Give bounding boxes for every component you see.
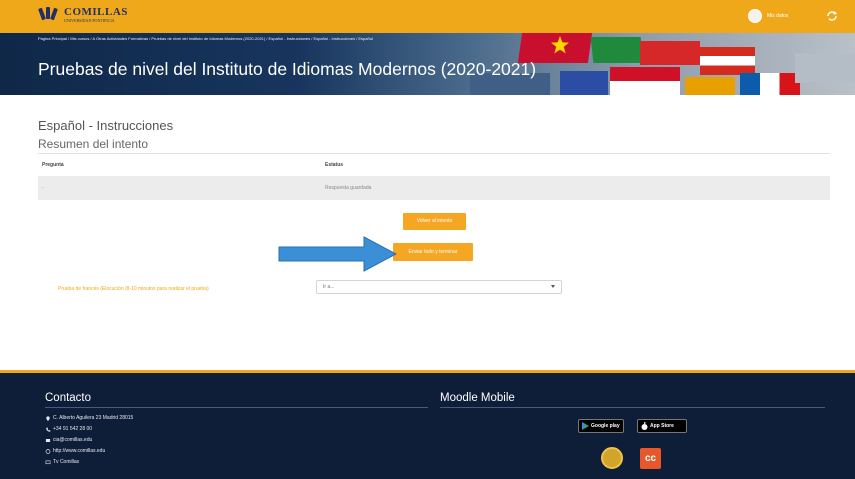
table-cell-question[interactable]: - (38, 175, 325, 200)
blue-arrow-annotation (278, 236, 398, 272)
contact-website[interactable]: http://www.comillas.edu (45, 446, 133, 457)
avatar (748, 9, 762, 23)
table-header-row: Pregunta Estatus (38, 153, 830, 176)
back-to-attempt-button[interactable]: Volver al intento (403, 213, 466, 230)
flag-decoration (685, 77, 735, 95)
footer: Contacto Moodle Mobile C. Alberto Aguile… (0, 370, 855, 479)
flag-decoration (740, 73, 800, 95)
contact-phone[interactable]: +34 91 542 28 00 (45, 424, 133, 435)
seal-badge-icon[interactable] (601, 447, 623, 469)
contact-heading: Contacto (45, 392, 92, 404)
google-play-button[interactable]: Google play (578, 419, 624, 433)
app-store-button[interactable]: App Store (637, 419, 687, 433)
page-title: Pruebas de nivel del Instituto de Idioma… (38, 59, 537, 79)
tv-icon (45, 460, 51, 465)
divider (440, 407, 825, 408)
section-title: Español - Instrucciones (38, 118, 174, 133)
creative-commons-icon[interactable]: cc (640, 448, 661, 469)
flag-decoration (590, 37, 644, 63)
select-value: Ir a... (323, 284, 335, 290)
submit-all-button[interactable]: Enviar todo y terminar (393, 243, 473, 261)
contact-address: C. Alberto Aguilera 23 Madrid 28015 (45, 413, 133, 424)
logo-text: COMILLAS (64, 6, 128, 18)
university-crest-icon (38, 6, 60, 24)
top-navbar: COMILLAS UNIVERSIDAD PONTIFICIA Mis dato… (0, 0, 855, 33)
attempt-summary-table: Pregunta Estatus - Respuesta guardada (38, 153, 830, 200)
google-play-icon (582, 422, 589, 430)
moodle-mobile-heading: Moodle Mobile (440, 392, 515, 404)
quiz-navigation-label: Prueba de francés (Elocución (8-10 minut… (58, 286, 209, 292)
jump-to-select[interactable]: Ir a... (316, 280, 562, 294)
flag-decoration (610, 67, 680, 95)
contact-list: C. Alberto Aguilera 23 Madrid 28015 +34 … (45, 413, 133, 468)
divider (45, 407, 428, 408)
contact-tv[interactable]: Tv Comillas (45, 457, 133, 468)
flag-decoration (560, 71, 608, 95)
globe-icon (45, 449, 51, 454)
course-banner: Página Principal / Mis cursos / A Otras … (0, 33, 855, 95)
breadcrumb[interactable]: Página Principal / Mis cursos / A Otras … (38, 36, 373, 41)
table-row[interactable]: - Respuesta guardada (38, 175, 830, 200)
column-header-estatus: Estatus (325, 153, 830, 176)
column-header-pregunta: Pregunta (38, 153, 325, 176)
table-cell-status: Respuesta guardada (325, 175, 830, 200)
logo-subtext: UNIVERSIDAD PONTIFICIA (64, 18, 115, 23)
section-subtitle: Resumen del intento (38, 137, 149, 151)
flag-decoration (640, 41, 700, 65)
location-icon (46, 416, 50, 421)
flag-decoration (795, 53, 855, 83)
flag-decoration (700, 47, 755, 75)
sync-icon[interactable] (826, 10, 838, 22)
apple-icon (641, 422, 648, 430)
user-name: Mis datos (767, 13, 789, 19)
comillas-logo[interactable]: COMILLAS UNIVERSIDAD PONTIFICIA (38, 6, 128, 24)
star-icon (551, 36, 569, 54)
mail-icon (45, 439, 51, 442)
user-menu[interactable]: Mis datos (748, 9, 788, 23)
contact-email[interactable]: cia@comillas.edu (45, 435, 133, 446)
chevron-down-icon (551, 285, 555, 288)
phone-icon (46, 427, 51, 432)
